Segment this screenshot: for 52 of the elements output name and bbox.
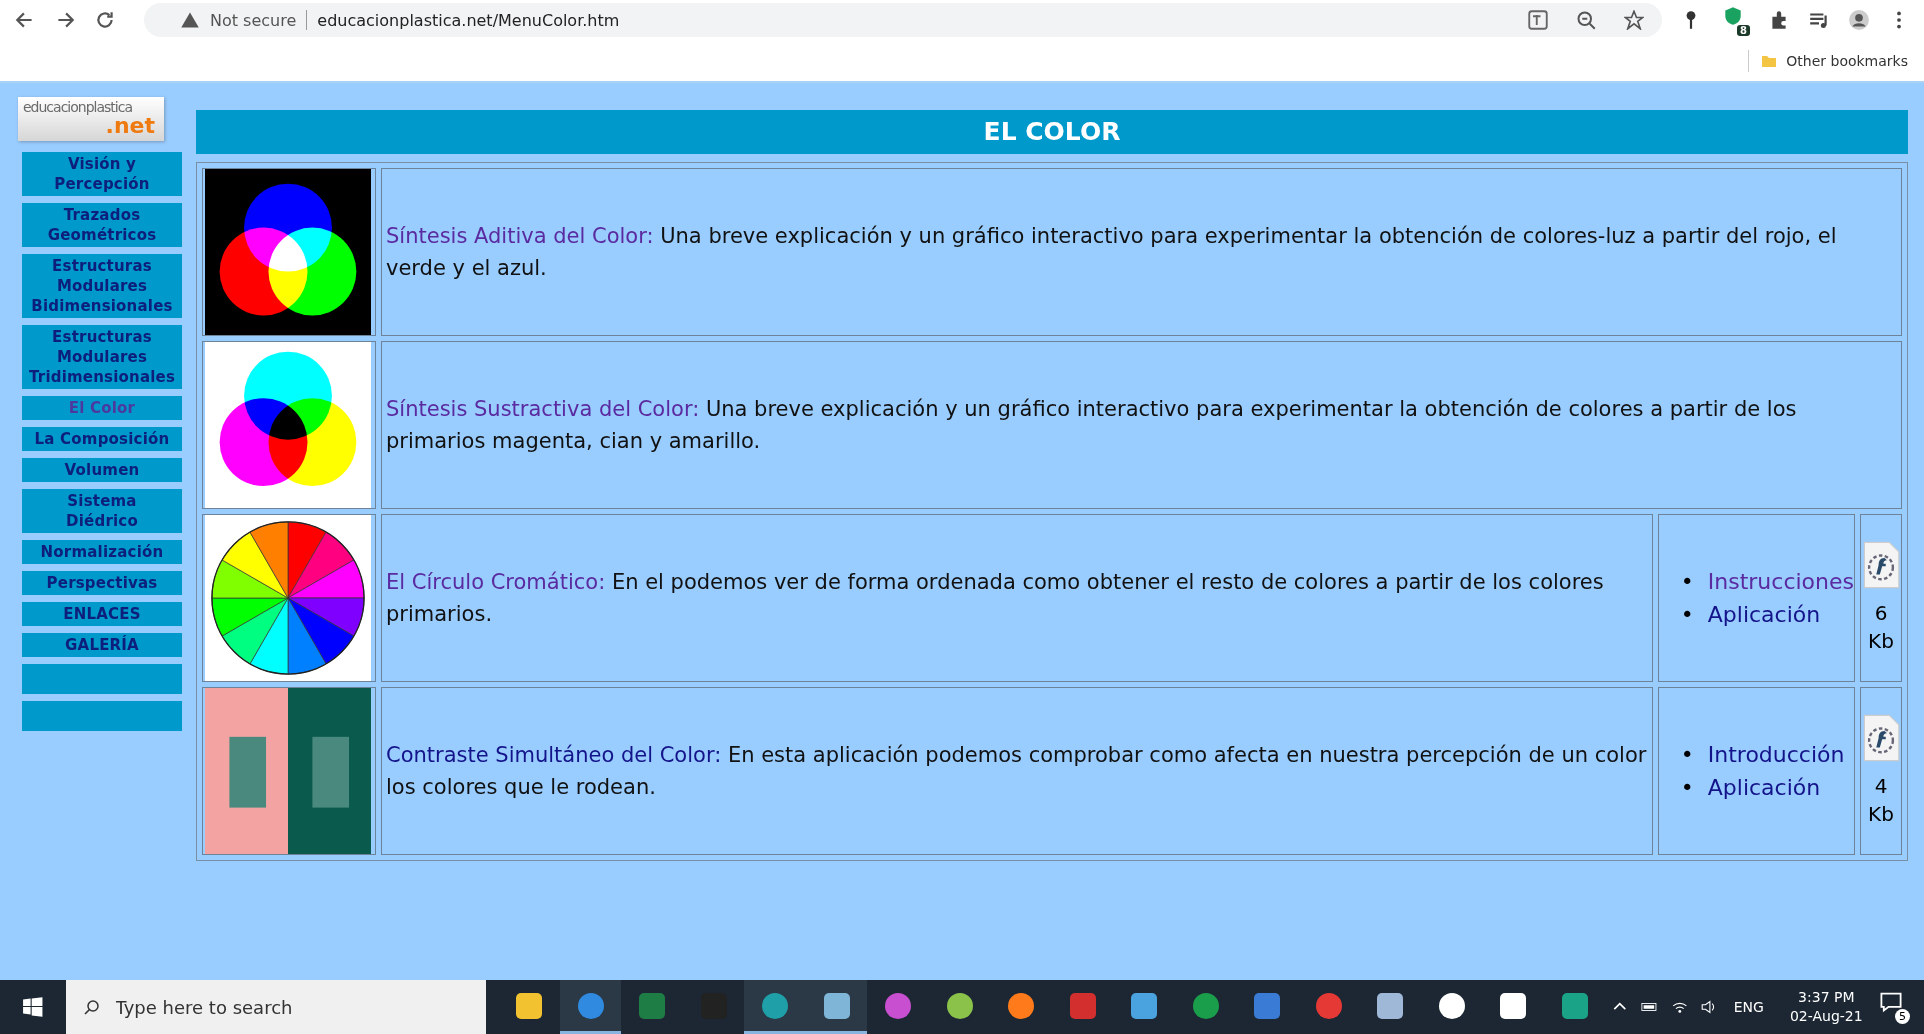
taskbar-search-field[interactable]: Type here to search xyxy=(113,995,487,1019)
site-logo[interactable]: educacionplastica .net xyxy=(18,97,164,141)
translate-icon[interactable] xyxy=(1528,10,1548,30)
menu-button[interactable]: Perspectivas xyxy=(22,571,182,595)
reload-icon[interactable] xyxy=(94,9,116,31)
entry-description: El Círculo Cromático: En el podemos ver de forma ordenada como obtener el resto de colores a partir de los colores primarios. xyxy=(386,570,1604,626)
flash-document-icon[interactable] xyxy=(1862,714,1900,762)
clock[interactable]: 3:37 PM 02-Aug-21 xyxy=(1789,988,1863,1026)
menu-button[interactable]: Estructuras Modulares Bidimensionales xyxy=(22,254,182,318)
page-heading: EL COLOR xyxy=(196,110,1908,154)
bullet: • xyxy=(1680,569,1694,594)
menu-button[interactable]: GALERÍA xyxy=(22,633,182,657)
address-bar[interactable]: Not secure educacionplastica.net/MenuColor.htm xyxy=(144,3,1662,37)
taskbar-search-box[interactable]: Type here to search xyxy=(65,980,487,1034)
bookmark-folder[interactable]: Other bookmarks xyxy=(1761,52,1908,69)
menu-button[interactable]: Visión y Percepción xyxy=(22,152,182,196)
bullet: • xyxy=(1680,742,1694,767)
entry-title-link[interactable]: Síntesis Aditiva del Color: xyxy=(386,224,654,248)
start-icon[interactable] xyxy=(22,996,44,1018)
flash-document-icon[interactable] xyxy=(1862,541,1900,589)
entry-description: Síntesis Aditiva del Color: Una breve explicación y un gráfico interactivo para experimentar la obtención de colores-luz a partir del rojo, el verde y el azul. xyxy=(386,224,1837,280)
language-indicator[interactable]: ENG xyxy=(1733,999,1764,1015)
menu-button[interactable]: Sistema Diédrico xyxy=(22,489,182,533)
file-size: 4 Kb xyxy=(1867,773,1895,828)
file-size: 6 Kb xyxy=(1867,600,1895,655)
entry-description: Contraste Simultáneo del Color: En esta aplicación podemos comprobar como afecta en nuestra percepción de un color los colores que le rodean. xyxy=(386,743,1647,799)
entry-link[interactable]: Aplicación xyxy=(1707,775,1821,800)
menu-button[interactable]: ENLACES xyxy=(22,602,182,626)
entry-link[interactable]: Aplicación xyxy=(1707,602,1821,627)
entry-link[interactable]: Introducción xyxy=(1707,742,1845,767)
menu-button[interactable]: Normalización xyxy=(22,540,182,564)
entry-title-link[interactable]: Síntesis Sustractiva del Color: xyxy=(386,397,700,421)
url-text: educacionplastica.net/MenuColor.htm xyxy=(317,10,620,30)
entry-title-link[interactable]: El Círculo Cromático: xyxy=(386,570,606,594)
menu-button[interactable]: Trazados Geométricos xyxy=(22,203,182,247)
profile-icon[interactable] xyxy=(1848,9,1870,31)
menu-button[interactable]: Estructuras Modulares Tridimensionales xyxy=(22,325,182,389)
search-icon[interactable] xyxy=(83,999,100,1015)
menu-button[interactable]: Volumen xyxy=(22,458,182,482)
bullet: • xyxy=(1680,602,1694,627)
zoom-icon[interactable] xyxy=(1576,10,1596,30)
entry-description: Síntesis Sustractiva del Color: Una breve explicación y un gráfico interactivo para experimentar la obtención de colores a partir de los primarios magenta, cian y amarillo. xyxy=(386,397,1797,453)
security-label: Not secure xyxy=(210,10,297,30)
notification-count: 5 xyxy=(1895,1009,1910,1024)
menu-button[interactable]: La Composición xyxy=(22,427,182,451)
warning-icon xyxy=(180,10,200,30)
star-icon[interactable] xyxy=(1624,10,1644,30)
bullet: • xyxy=(1680,775,1694,800)
shield-extension-icon[interactable] xyxy=(1722,5,1744,27)
extension-badge: 8 xyxy=(1737,25,1750,36)
entry-link[interactable]: Instrucciones xyxy=(1707,569,1854,594)
entry-title-link[interactable]: Contraste Simultáneo del Color: xyxy=(386,743,722,767)
